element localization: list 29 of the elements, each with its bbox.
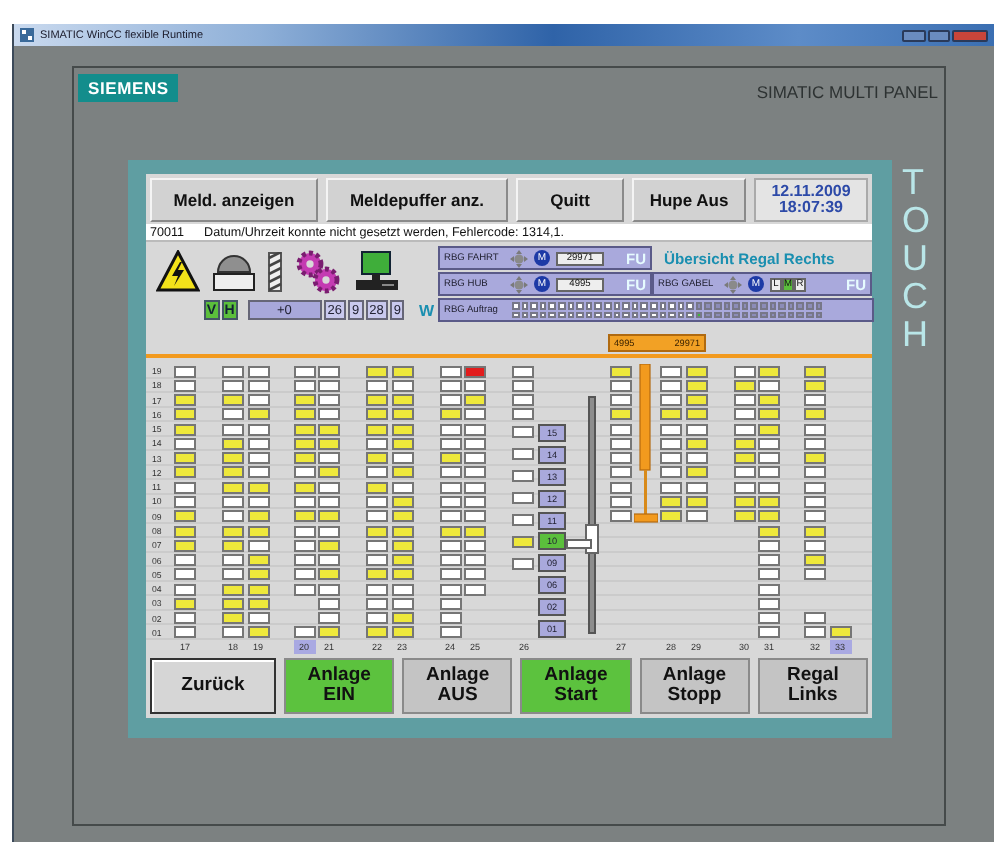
control-button[interactable]: Anlage Start <box>520 658 632 714</box>
control-button[interactable]: Anlage EIN <box>284 658 395 714</box>
striped-post-icon <box>268 251 282 291</box>
toolbar-button[interactable]: Meldepuffer anz. <box>326 178 508 222</box>
direction-arrows-icon <box>724 275 742 293</box>
app-icon <box>20 28 34 42</box>
signal-lamp-icon <box>212 251 256 291</box>
control-button[interactable]: Regal Links <box>757 658 869 714</box>
toolbar-button[interactable]: Meld. anzeigen <box>150 178 318 222</box>
computer-icon <box>354 250 400 292</box>
maximize-icon[interactable] <box>928 29 950 41</box>
control-button[interactable]: Zurück <box>150 658 276 714</box>
lift-carriage-drawing <box>566 523 602 553</box>
panel-model: SIMATIC MULTI PANEL <box>756 82 938 102</box>
date-text: 12.11.2009 <box>771 183 851 200</box>
direction-arrows-icon <box>510 249 528 267</box>
time-text: 18:07:39 <box>778 200 844 217</box>
high-voltage-warning-icon <box>156 250 200 292</box>
toolbar-button[interactable]: Quitt <box>516 178 624 222</box>
close-icon[interactable] <box>952 29 988 41</box>
control-button[interactable]: Anlage Stopp <box>639 658 750 714</box>
gears-icon <box>294 249 342 293</box>
minimize-icon[interactable] <box>902 29 926 41</box>
mode-label: W <box>418 301 434 319</box>
toolbar-button[interactable]: Hupe Aus <box>632 178 746 222</box>
touch-label: TOUCH <box>902 164 933 358</box>
direction-arrows-icon <box>510 275 528 293</box>
control-button[interactable]: Anlage AUS <box>402 658 513 714</box>
brand-logo: SIEMENS <box>78 74 179 102</box>
